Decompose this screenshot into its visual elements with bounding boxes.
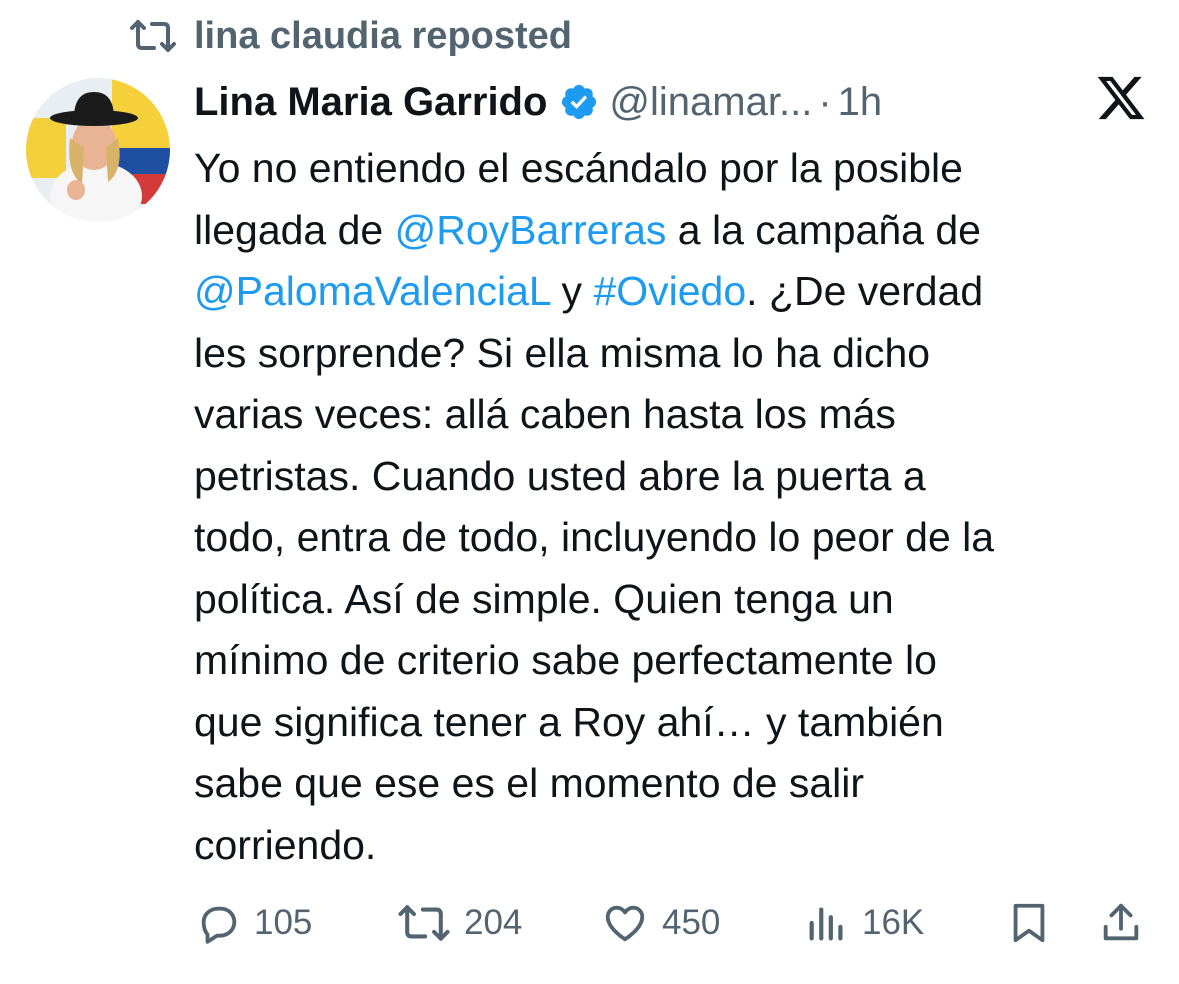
tweet-text-segment: llegada de — [194, 206, 395, 253]
share-icon — [1103, 903, 1139, 941]
like-count: 450 — [662, 903, 721, 942]
repost-icon — [398, 905, 450, 941]
verified-badge-icon — [559, 82, 599, 122]
tweet-line: que significa tener a Roy ahí… y también — [194, 692, 1154, 754]
tweet-text-segment: mínimo de criterio sabe perfectamente lo — [194, 637, 937, 683]
tweet-text-segment: varias veces: allá caben hasta los más — [194, 391, 896, 437]
repost-button[interactable]: 204 — [396, 890, 522, 956]
tweet-text-segment: . ¿De verdad — [746, 268, 984, 314]
author-name[interactable]: Lina Maria Garrido — [194, 80, 547, 125]
like-button[interactable]: 450 — [600, 890, 720, 956]
tweet-line: les sorprende? Si ella misma lo ha dicho — [194, 323, 1154, 385]
bookmark-button[interactable] — [1006, 890, 1052, 956]
tweet-text-segment: a la campaña de — [666, 206, 981, 253]
reply-button[interactable]: 105 — [196, 890, 312, 956]
tweet-text: Yo no entiendo el escándalo por la posib… — [194, 138, 1154, 876]
tweet-line: todo, entra de todo, incluyendo lo peor … — [194, 507, 1154, 569]
tweet-line: corriendo. — [194, 815, 1154, 877]
tweet-line: Yo no entiendo el escándalo por la posib… — [194, 138, 1154, 200]
views-count: 16K — [862, 903, 925, 942]
tweet-line: varias veces: allá caben hasta los más — [194, 384, 1154, 446]
tweet-text-segment: todo, entra de todo, incluyendo lo peor … — [194, 514, 995, 560]
avatar-photo — [26, 78, 170, 222]
repost-indicator[interactable]: lina claudia reposted — [128, 10, 572, 62]
tweet-header: Lina Maria Garrido @linamar... · 1h — [194, 72, 882, 132]
tweet-text-segment: y — [550, 268, 594, 314]
reply-count: 105 — [254, 903, 313, 942]
bookmark-icon — [1013, 903, 1045, 943]
heart-icon — [605, 905, 645, 942]
action-bar: 105 204 450 16K — [0, 890, 1179, 956]
reply-icon — [201, 906, 237, 944]
tweet-line: petristas. Cuando usted abre la puerta a — [194, 446, 1154, 508]
tweet-text-segment: sabe que ese es el momento de salir — [194, 760, 865, 806]
tweet-text-segment: petristas. Cuando usted abre la puerta a — [194, 452, 926, 499]
tweet-line: política. Así de simple. Quien tenga un — [194, 569, 1154, 631]
repost-label: lina claudia reposted — [194, 14, 572, 57]
repost-count: 204 — [464, 903, 523, 942]
separator-dot: · — [818, 79, 832, 124]
tweet-text-segment: corriendo. — [194, 821, 377, 868]
avatar[interactable] — [26, 78, 170, 222]
share-button[interactable] — [1098, 890, 1144, 956]
views-chart-icon — [809, 907, 843, 941]
post-time[interactable]: 1h — [838, 80, 883, 125]
tweet-text-segment: les sorprende? Si ella misma lo ha dicho — [194, 329, 931, 376]
tweet-text-segment: que significa tener a Roy ahí… y también — [194, 698, 944, 745]
tweet-line: sabe que ese es el momento de salir — [194, 753, 1154, 815]
views-button[interactable]: 16K — [804, 890, 924, 956]
repost-icon — [128, 18, 178, 54]
mention-link[interactable]: @RoyBarreras — [395, 207, 667, 253]
x-logo-icon — [1094, 72, 1148, 124]
author-handle[interactable]: @linamar... — [609, 80, 812, 125]
tweet-text-segment: política. Así de simple. Quien tenga un — [194, 575, 894, 622]
tweet-line: llegada de @RoyBarreras a la campaña de — [194, 200, 1154, 262]
tweet-line: @PalomaValenciaL y #Oviedo. ¿De verdad — [194, 261, 1154, 323]
mention-link[interactable]: @PalomaValenciaL — [194, 268, 550, 314]
hashtag-link[interactable]: #Oviedo — [593, 268, 746, 314]
tweet-line: mínimo de criterio sabe perfectamente lo — [194, 630, 1154, 692]
tweet-text-segment: Yo no entiendo el escándalo por la posib… — [194, 145, 963, 191]
